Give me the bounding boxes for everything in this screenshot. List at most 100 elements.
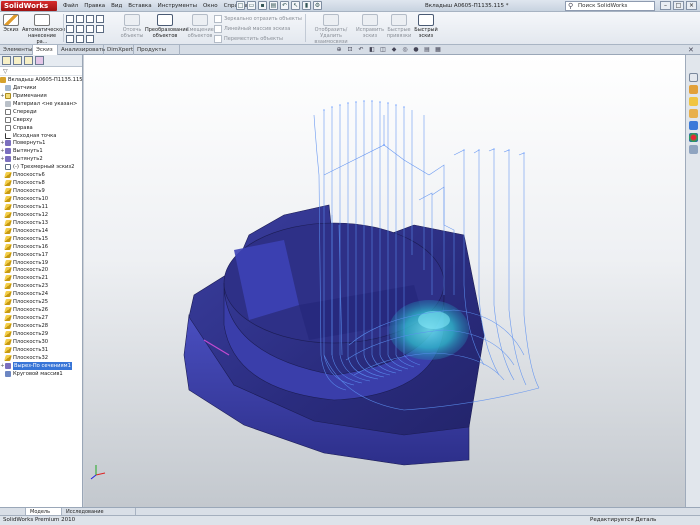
- mirror-entities-label[interactable]: Зеркально отразить объекты: [224, 16, 302, 22]
- trim-button[interactable]: Отсечь объекты: [120, 14, 144, 39]
- custom-properties-icon[interactable]: [689, 145, 698, 154]
- fillet-icon[interactable]: [76, 35, 84, 43]
- design-library-icon[interactable]: [689, 85, 698, 94]
- menu-item[interactable]: Файл: [60, 0, 81, 12]
- sketch-button[interactable]: Эскиз: [3, 14, 19, 33]
- tree-item[interactable]: Датчики: [0, 84, 82, 92]
- zoom-area-icon[interactable]: ⊡: [346, 46, 354, 54]
- tree-item[interactable]: Плоскость12: [0, 211, 82, 219]
- tab-sketch[interactable]: Эскиз: [33, 45, 58, 55]
- linear-pattern-icon[interactable]: [214, 25, 222, 33]
- minimize-button[interactable]: –: [660, 1, 671, 10]
- print-icon[interactable]: ▤: [269, 1, 278, 10]
- view-palette-icon[interactable]: [689, 121, 698, 130]
- tab-evaluate[interactable]: Анализировать: [58, 45, 105, 55]
- centerline-icon[interactable]: [86, 35, 94, 43]
- display-relations-button[interactable]: Отобразить/Удалить взаимосвязи: [308, 14, 354, 45]
- hide-show-icon[interactable]: ◎: [401, 46, 409, 54]
- tree-item[interactable]: Плоскость13: [0, 219, 82, 227]
- tree-item[interactable]: Плоскость32: [0, 354, 82, 362]
- feature-tree-icon[interactable]: [2, 56, 11, 65]
- close-button[interactable]: ×: [686, 1, 697, 10]
- tree-item[interactable]: Плоскость23: [0, 282, 82, 290]
- scene-icon[interactable]: ▤: [423, 46, 431, 54]
- rebuild-icon[interactable]: ▮: [302, 1, 311, 10]
- menu-item[interactable]: Окно: [200, 0, 221, 12]
- configuration-manager-icon[interactable]: [24, 56, 33, 65]
- section-view-icon[interactable]: ◧: [368, 46, 376, 54]
- tree-item[interactable]: Плоскость20: [0, 267, 82, 275]
- menu-item[interactable]: Правка: [81, 0, 108, 12]
- tree-item[interactable]: Спереди: [0, 108, 82, 116]
- display-style-icon[interactable]: ◆: [390, 46, 398, 54]
- search-results-icon[interactable]: [689, 109, 698, 118]
- polygon-icon[interactable]: [86, 25, 94, 33]
- move-icon[interactable]: [214, 35, 222, 43]
- tree-item[interactable]: + Вырез-По сечениям1: [0, 361, 82, 370]
- options-icon[interactable]: ⚙: [313, 1, 322, 10]
- filter-icon[interactable]: ▽: [0, 67, 82, 76]
- text-icon[interactable]: [96, 25, 104, 33]
- tab-dimxpert[interactable]: DimXpert: [104, 45, 134, 55]
- move-entities-label[interactable]: Переместить объекты: [224, 36, 283, 42]
- quick-snaps-button[interactable]: Быстрые привязки: [386, 14, 412, 39]
- circle-icon[interactable]: [76, 25, 84, 33]
- tree-item[interactable]: Вкладыш А0605-П1135.115 (По: [0, 76, 93, 84]
- line-icon[interactable]: [66, 15, 74, 23]
- slot-icon[interactable]: [66, 35, 74, 43]
- tree-item[interactable]: Плоскость30: [0, 338, 82, 346]
- linear-pattern-label[interactable]: Линейный массив эскиза: [224, 26, 290, 32]
- tree-item[interactable]: Плоскость16: [0, 243, 82, 251]
- tree-item[interactable]: Круговой массив1: [0, 370, 82, 378]
- tree-item[interactable]: Плоскость14: [0, 227, 82, 235]
- tree-item[interactable]: Плоскость28: [0, 322, 82, 330]
- menu-item[interactable]: Вид: [108, 0, 125, 12]
- resources-icon[interactable]: [689, 73, 698, 82]
- graphics-area[interactable]: [84, 55, 685, 507]
- menu-item[interactable]: Вставка: [125, 0, 154, 12]
- tab-office-products[interactable]: Продукты Office: [134, 45, 180, 63]
- tree-item[interactable]: + Примечания: [0, 92, 82, 100]
- tree-item[interactable]: Сверху: [0, 116, 82, 124]
- cut-highlight[interactable]: [389, 300, 469, 360]
- select-icon[interactable]: ↖: [291, 1, 300, 10]
- tree-item[interactable]: Плоскость11: [0, 203, 82, 211]
- tree-item[interactable]: Плоскость26: [0, 306, 82, 314]
- smart-dimension-button[interactable]: Автоматическое нанесение ра...: [22, 14, 65, 45]
- tree-item[interactable]: Плоскость6: [0, 171, 82, 179]
- menu-item[interactable]: Инструменты: [155, 0, 200, 12]
- tree-item[interactable]: Плоскость10: [0, 195, 82, 203]
- undo-icon[interactable]: ↶: [280, 1, 289, 10]
- tree-item[interactable]: + Вытянуть1: [0, 147, 82, 155]
- appearances-icon[interactable]: [689, 133, 698, 142]
- mirror-icon[interactable]: [214, 15, 222, 23]
- tree-item[interactable]: Материал <не указан>: [0, 100, 82, 108]
- tab-features[interactable]: Элементы: [0, 45, 33, 55]
- open-icon[interactable]: ▭: [247, 1, 256, 10]
- previous-view-icon[interactable]: ↶: [357, 46, 365, 54]
- convert-entities-button[interactable]: Преобразование объектов: [145, 14, 189, 39]
- tree-item[interactable]: Плоскость19: [0, 259, 82, 267]
- zoom-to-fit-icon[interactable]: ⊕: [335, 46, 343, 54]
- tree-item[interactable]: Справа: [0, 124, 82, 132]
- tree-item[interactable]: (-) Трехмерный эскиз2: [0, 163, 82, 171]
- arc-icon[interactable]: [76, 15, 84, 23]
- view-orientation-icon[interactable]: ◫: [379, 46, 387, 54]
- tree-item[interactable]: Плоскость9: [0, 187, 82, 195]
- tree-item[interactable]: Плоскость8: [0, 179, 82, 187]
- point-icon[interactable]: [96, 15, 104, 23]
- tree-item[interactable]: Плоскость29: [0, 330, 82, 338]
- maximize-button[interactable]: □: [673, 1, 684, 10]
- model-view[interactable]: [84, 55, 685, 507]
- rectangle-icon[interactable]: [66, 25, 74, 33]
- save-icon[interactable]: ▪: [258, 1, 267, 10]
- tree-item[interactable]: Исходная точка: [0, 132, 82, 140]
- tree-item[interactable]: Плоскость31: [0, 346, 82, 354]
- tree-item[interactable]: Плоскость24: [0, 290, 82, 298]
- tree-item[interactable]: Плоскость27: [0, 314, 82, 322]
- offset-entities-button[interactable]: Смещение объектов: [186, 14, 214, 39]
- dimxpert-manager-icon[interactable]: [35, 56, 44, 65]
- new-icon[interactable]: □: [236, 1, 245, 10]
- search-input[interactable]: ⚲ Поиск SolidWorks: [565, 1, 655, 11]
- tree-item[interactable]: + Вытянуть2: [0, 155, 82, 163]
